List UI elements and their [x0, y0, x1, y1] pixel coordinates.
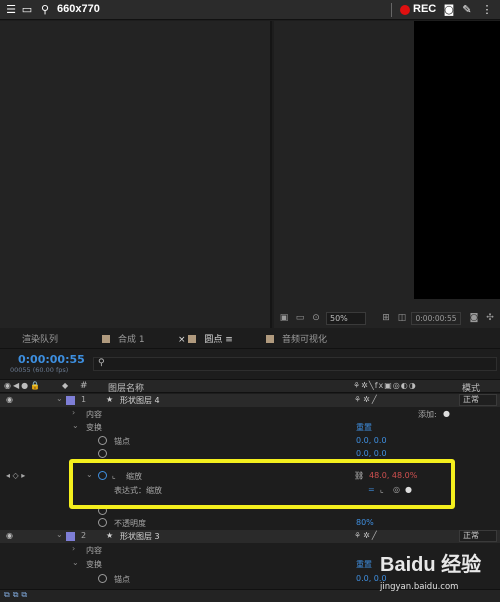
layer-row[interactable]: ◉ ⌄ 2 ★ 形状图层 3 ⚘✲╱ 正常 — [0, 530, 500, 543]
window-icon[interactable]: ▭ — [20, 3, 34, 17]
reset-link[interactable]: 重置 — [356, 422, 372, 433]
transform-label: 变换 — [86, 423, 102, 432]
layer-number: 2 — [81, 531, 87, 540]
zoom-select[interactable]: 50% — [326, 312, 366, 325]
snapshot-icon[interactable]: ▣ — [278, 312, 290, 324]
opacity-row[interactable]: 不透明度 80% — [0, 517, 500, 530]
stopwatch-icon[interactable] — [98, 518, 107, 527]
menu-icon[interactable]: ☰ — [4, 3, 18, 17]
viewer-toolbar: ▣ ▭ ⊙ 50% ⊞ ◫ 0:00:00:55 ◙ ✣ — [274, 310, 500, 328]
comp-icon — [102, 335, 110, 343]
camera-icon[interactable]: ◙ — [442, 3, 456, 17]
project-panel — [0, 21, 272, 328]
layer-switches[interactable]: ⚘✲╱ — [354, 531, 379, 540]
position-value[interactable]: 0.0, 0.0 — [356, 449, 387, 458]
search-icon[interactable]: ⚲ — [38, 3, 52, 17]
av-switches-icon: ◉◀●🔒 — [4, 381, 43, 390]
layer-name-header[interactable]: 图层名称 — [108, 381, 144, 394]
watermark-url: jingyan.baidu.com — [380, 582, 459, 592]
pen-icon[interactable]: ✎ — [460, 3, 474, 17]
label-color[interactable] — [66, 396, 75, 405]
contents-label: 内容 — [86, 410, 102, 419]
contents-row[interactable]: › 内容 添加: ● — [0, 408, 500, 421]
transform-row[interactable]: ⌄ 变换 重置 — [0, 421, 500, 434]
anchor-label: 锚点 — [114, 575, 130, 584]
label-color[interactable] — [66, 532, 75, 541]
transform-label: 变换 — [86, 560, 102, 569]
tab-comp-1[interactable]: 合成 1 — [102, 333, 145, 347]
add-icon[interactable]: ● — [443, 409, 450, 418]
timeline-tabbar: 渲染队列 合成 1 × 圆点 ≡ 音频可视化 — [0, 331, 500, 349]
blend-mode-select[interactable]: 正常 — [459, 530, 497, 542]
anchor-row[interactable]: 锚点 0.0, 0.0 — [0, 435, 500, 448]
footer-icons[interactable]: ⧉⧉⧉ — [4, 590, 30, 600]
search-icon: ⚲ — [98, 358, 105, 368]
keyframe-nav-icon[interactable]: ◂ ◇ ▸ — [6, 471, 25, 480]
watermark: Baidu 经验 jingyan.baidu.com — [380, 548, 498, 600]
camera-icon[interactable]: ◙ — [468, 312, 480, 324]
contents-label: 内容 — [86, 546, 102, 555]
capture-size-label: 660x770 — [57, 3, 100, 15]
tab-render-queue[interactable]: 渲染队列 — [22, 333, 58, 347]
chevron-right-icon[interactable]: › — [72, 408, 75, 417]
layer-switches[interactable]: ⚘✲╱ — [354, 395, 379, 404]
tab-dots[interactable]: × 圆点 ≡ — [178, 333, 233, 347]
composition-viewer[interactable] — [414, 21, 500, 299]
stopwatch-icon[interactable] — [98, 449, 107, 458]
highlight-box — [69, 459, 455, 509]
opacity-label: 不透明度 — [114, 519, 146, 528]
comp-icon — [188, 335, 197, 343]
frame-rate: 00055 (60.00 fps) — [10, 366, 69, 374]
tab-audio-visualization[interactable]: 音频可视化 — [266, 333, 327, 347]
label-icon: ◆ — [62, 381, 69, 390]
region-icon[interactable]: ◫ — [396, 312, 408, 324]
anchor-label: 锚点 — [114, 437, 130, 446]
divider — [391, 3, 392, 17]
reset-link[interactable]: 重置 — [356, 559, 372, 570]
visibility-icon[interactable]: ◉ — [6, 531, 13, 540]
current-time[interactable]: 0:00:00:55 — [18, 353, 85, 366]
record-icon[interactable] — [400, 5, 410, 15]
chevron-down-icon[interactable]: ⌄ — [56, 394, 63, 403]
layer-number: 1 — [81, 395, 87, 404]
watermark-logo: Baidu 经验 — [380, 554, 482, 576]
switches-icon: ⚘✲╲fx▣◎◐◑ — [353, 381, 417, 390]
chevron-down-icon[interactable]: ⌄ — [72, 421, 79, 430]
add-label[interactable]: 添加: — [418, 409, 437, 420]
mode-header: 模式 — [462, 384, 481, 394]
comp-icon — [266, 335, 274, 343]
layer-row[interactable]: ◉ ⌄ 1 ★ 形状图层 4 ⚘✲╱ 正常 — [0, 394, 500, 407]
chevron-right-icon[interactable]: › — [72, 544, 75, 553]
layer-name[interactable]: 形状图层 3 — [120, 531, 160, 542]
more-icon[interactable]: ⋮ — [480, 3, 494, 17]
number-header: # — [80, 381, 88, 391]
viewer-timecode[interactable]: 0:00:00:55 — [411, 312, 461, 325]
layer-header: ◉◀●🔒 ◆ # 图层名称 ⚘✲╲fx▣◎◐◑ 模式 — [0, 379, 500, 394]
opacity-value[interactable]: 80% — [356, 518, 374, 527]
stopwatch-icon[interactable] — [98, 436, 107, 445]
layer-search-input[interactable]: ⚲ — [93, 357, 497, 371]
visibility-icon[interactable]: ◉ — [6, 395, 13, 404]
stopwatch-icon[interactable] — [98, 574, 107, 583]
star-icon: ★ — [106, 531, 114, 540]
star-icon: ★ — [106, 395, 114, 404]
recorder-toolbar: ☰ ▭ ⚲ 660x770 REC ◙ ✎ ⋮ — [0, 0, 500, 20]
chevron-down-icon[interactable]: ⌄ — [72, 558, 79, 567]
grid-icon[interactable]: ⊞ — [380, 312, 392, 324]
chevron-down-icon[interactable]: ⌄ — [56, 530, 63, 539]
anchor-value[interactable]: 0.0, 0.0 — [356, 436, 387, 445]
color-icon[interactable]: ✣ — [484, 312, 496, 324]
record-button[interactable]: REC — [413, 3, 436, 15]
monitor-icon[interactable]: ▭ — [294, 312, 306, 324]
blend-mode-select[interactable]: 正常 — [459, 394, 497, 406]
layer-name[interactable]: 形状图层 4 — [120, 395, 160, 406]
mask-icon[interactable]: ⊙ — [310, 312, 322, 324]
composition-panel: ▣ ▭ ⊙ 50% ⊞ ◫ 0:00:00:55 ◙ ✣ — [274, 21, 500, 328]
